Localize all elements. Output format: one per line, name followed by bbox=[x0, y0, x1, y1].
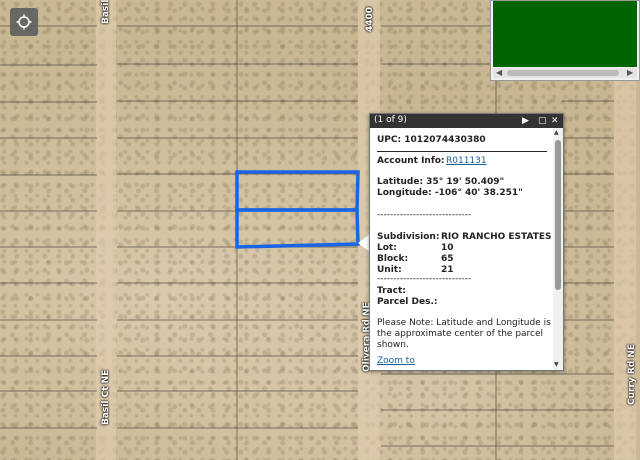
note-line-1: Please Note: Latitude and Longitude is bbox=[377, 318, 551, 328]
zoom-to-link[interactable]: Zoom to bbox=[377, 356, 415, 367]
popup-scrollbar[interactable]: ▲ ▼ bbox=[553, 128, 563, 370]
block-label: Block: bbox=[377, 254, 409, 264]
scroll-right-icon[interactable]: ▶ bbox=[627, 68, 633, 78]
tract-label: Tract: bbox=[377, 286, 406, 296]
popup-scroll-thumb[interactable] bbox=[555, 140, 561, 290]
overview-scrollbar[interactable]: ◀ ▶ bbox=[493, 68, 637, 78]
subdivision-value: RIO RANCHO ESTATES bbox=[441, 232, 552, 242]
overview-map-panel[interactable] bbox=[493, 1, 637, 67]
note-line-2: the approximate center of the parcel bbox=[377, 329, 544, 339]
locate-button[interactable] bbox=[10, 8, 38, 36]
lot-label: Lot: bbox=[377, 243, 397, 253]
road-label-basil-bottom: Basil Ct NE bbox=[101, 369, 111, 425]
upc-text: UPC: 1012074430380 bbox=[377, 135, 486, 145]
selected-parcel-lower bbox=[235, 208, 360, 249]
locate-icon bbox=[16, 14, 32, 30]
lot-value: 10 bbox=[441, 243, 454, 253]
block-value: 65 bbox=[441, 254, 454, 264]
scroll-left-icon[interactable]: ◀ bbox=[496, 68, 502, 78]
divider bbox=[377, 151, 547, 152]
parcel-des-label: Parcel Des.: bbox=[377, 297, 438, 307]
account-link[interactable]: R011131 bbox=[446, 156, 487, 167]
overview-map[interactable]: ◀ ▶ bbox=[490, 0, 640, 81]
account-label: Account Info: bbox=[377, 156, 445, 166]
subdivision-label: Subdivision: bbox=[377, 232, 440, 242]
separator-2: ----------------------------- bbox=[377, 274, 472, 284]
separator-1: ----------------------------- bbox=[377, 210, 472, 220]
scroll-down-icon[interactable]: ▼ bbox=[554, 361, 559, 369]
scroll-up-icon[interactable]: ▲ bbox=[554, 129, 559, 137]
popup-content: UPC: 1012074430380 Account Info: R011131… bbox=[370, 128, 553, 370]
longitude-text: Longitude: -106° 40' 38.251" bbox=[377, 188, 523, 198]
popup-count: (1 of 9) bbox=[374, 115, 407, 125]
note-line-3: shown. bbox=[377, 340, 409, 350]
popup-header: (1 of 9) ▶ ▢ ✕ bbox=[370, 114, 563, 128]
selected-parcel-upper bbox=[235, 170, 360, 212]
latitude-text: Latitude: 35° 19' 50.409" bbox=[377, 177, 505, 187]
road-label-4400: 4400 bbox=[365, 6, 375, 32]
road-label-curry: Curry Rd NE bbox=[627, 343, 637, 405]
close-icon[interactable]: ✕ bbox=[551, 115, 559, 127]
next-feature-icon[interactable]: ▶ bbox=[522, 115, 529, 127]
overview-scroll-thumb[interactable] bbox=[507, 70, 619, 76]
maximize-icon[interactable]: ▢ bbox=[538, 115, 547, 127]
info-popup: (1 of 9) ▶ ▢ ✕ UPC: 1012074430380 Accoun… bbox=[369, 113, 564, 371]
road-label-basil-top: Basil bbox=[101, 0, 111, 24]
